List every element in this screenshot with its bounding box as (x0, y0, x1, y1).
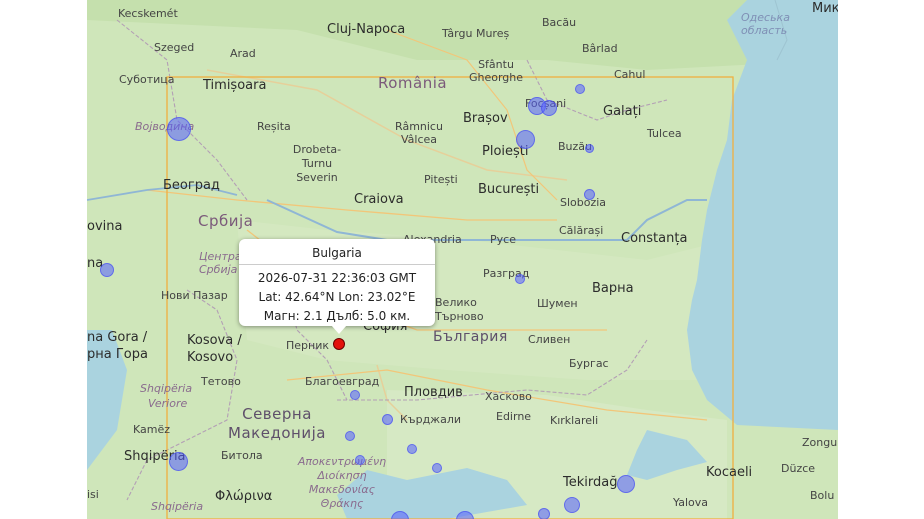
label-yalova: Yalova (673, 496, 708, 509)
earthquake-marker[interactable] (564, 497, 580, 513)
label-kirklareli: Kırklareli (550, 414, 599, 427)
label-kecskemet: Kecskemét (118, 7, 178, 20)
label-craiova: Craiova (354, 192, 404, 207)
label-kardzhali: Кърджали (400, 413, 461, 426)
label-ovina: ovina (87, 219, 123, 234)
popup-divider (239, 264, 435, 265)
label-barlad: Bârlad (582, 42, 618, 55)
label-beograd: Београд (163, 178, 220, 193)
label-crna-gora-b: рна Гора (87, 347, 148, 362)
label-zonguldak: Zongu (802, 436, 838, 449)
label-plovdiv: Пловдив (404, 385, 463, 400)
earthquake-marker[interactable] (407, 444, 417, 454)
popup-tip (331, 325, 347, 334)
earthquake-marker[interactable] (584, 189, 595, 200)
earthquake-marker[interactable] (167, 117, 191, 141)
label-varna: Варна (592, 281, 634, 296)
label-cluj: Cluj-Napoca (327, 22, 406, 37)
label-romania: România (378, 74, 448, 92)
label-mik: Мик (812, 1, 838, 16)
earthquake-marker[interactable] (382, 414, 393, 425)
earthquake-marker[interactable] (350, 390, 360, 400)
popup-magnitude-depth: Магн: 2.1 Дълб: 5.0 км. (263, 309, 411, 323)
label-pernik: Перник (286, 339, 330, 352)
label-cahul: Cahul (614, 68, 646, 81)
label-pitesti: Pitești (424, 173, 458, 186)
label-slobozia: Slobozia (560, 196, 607, 209)
earthquake-marker[interactable] (538, 508, 550, 519)
earthquake-marker[interactable] (541, 100, 557, 116)
earthquake-marker[interactable] (100, 263, 114, 277)
earthquake-marker[interactable] (432, 463, 442, 473)
label-bolu: Bolu (810, 489, 835, 502)
label-constanta: Constanța (621, 231, 688, 246)
earthquake-marker[interactable] (617, 475, 635, 493)
label-sliven: Сливен (528, 333, 571, 346)
popup-title: Bulgaria (312, 246, 362, 260)
label-kamez: Kamëz (133, 423, 171, 436)
label-galati: Galați (603, 104, 642, 119)
label-drobeta: Drobeta-Turnu Severin (292, 143, 342, 184)
popup-coordinates: Lat: 42.64°N Lon: 23.02°E (258, 290, 416, 304)
label-duzce: Düzce (781, 462, 816, 475)
earthquake-marker[interactable] (355, 455, 365, 465)
label-shqiperia-1: Shqipëria (140, 382, 193, 395)
label-isi: isi (87, 488, 99, 501)
label-calarasi: Călărași (559, 224, 604, 237)
label-north-macedonia: Северна Македонија (228, 405, 326, 442)
label-bacau: Bacău (542, 16, 577, 29)
label-resita: Reșita (257, 120, 291, 133)
label-edirne: Edirne (496, 410, 532, 423)
label-bucuresti: București (478, 182, 540, 197)
label-burgas: Бургас (569, 357, 609, 370)
label-shqiperia-3: Shqipëria (151, 500, 204, 513)
label-targu-mures: Târgu Mureș (442, 27, 510, 40)
label-srbija: Србија (198, 212, 254, 230)
label-novi-pazar: Нови Пазар (161, 289, 228, 302)
label-veriore: Veriore (148, 397, 188, 410)
label-arad: Arad (230, 47, 256, 60)
label-bitola: Битола (221, 449, 263, 462)
earthquake-popup: Bulgaria 2026-07-31 22:36:03 GMT Lat: 42… (239, 239, 435, 334)
selected-earthquake-marker[interactable] (333, 338, 345, 350)
label-subotica: Суботица (119, 73, 175, 86)
label-szeged: Szeged (154, 41, 195, 54)
label-apokentromeni: Αποκεντρωμένη Διοίκηση Μακεδονίας Θράκης (297, 455, 387, 510)
earthquake-marker[interactable] (515, 274, 525, 284)
label-bulgaria: България (433, 329, 508, 345)
label-kosovo: Kosova / Kosovo (187, 333, 242, 365)
label-timisoara: Timișoara (203, 78, 267, 93)
map-view[interactable]: Kecskemét Szeged Суботица Војводина Cluj… (87, 0, 838, 519)
earthquake-marker[interactable] (575, 84, 585, 94)
label-brasov: Brașov (463, 111, 508, 126)
label-shumen: Шумен (537, 297, 578, 310)
label-odessa: Одеська область (741, 11, 790, 37)
label-kocaeli: Kocaeli (706, 465, 753, 480)
label-tekirdag: Tekirdağ (563, 475, 618, 490)
label-ruse: Русе (490, 233, 516, 246)
popup-datetime: 2026-07-31 22:36:03 GMT (257, 271, 417, 285)
label-tulcea: Tulcea (647, 127, 682, 140)
label-florina: Φλώρινα (215, 489, 273, 504)
earthquake-marker[interactable] (345, 431, 355, 441)
label-tetovo: Тетово (201, 375, 241, 388)
label-ramnicu-valcea: Râmnicu Vâlcea (395, 120, 443, 146)
label-veliko-tarnovo: Велико Търново (435, 296, 484, 323)
label-sfantu-gheorghe: Sfântu Gheorghe (468, 58, 524, 84)
earthquake-marker[interactable] (585, 144, 594, 153)
earthquake-marker[interactable] (516, 130, 535, 149)
label-haskovo: Хасково (485, 390, 532, 403)
earthquake-marker[interactable] (169, 452, 188, 471)
label-crna-gora-a: na Gora / (87, 330, 148, 345)
label-blagoevgrad: Благоевград (305, 375, 380, 388)
